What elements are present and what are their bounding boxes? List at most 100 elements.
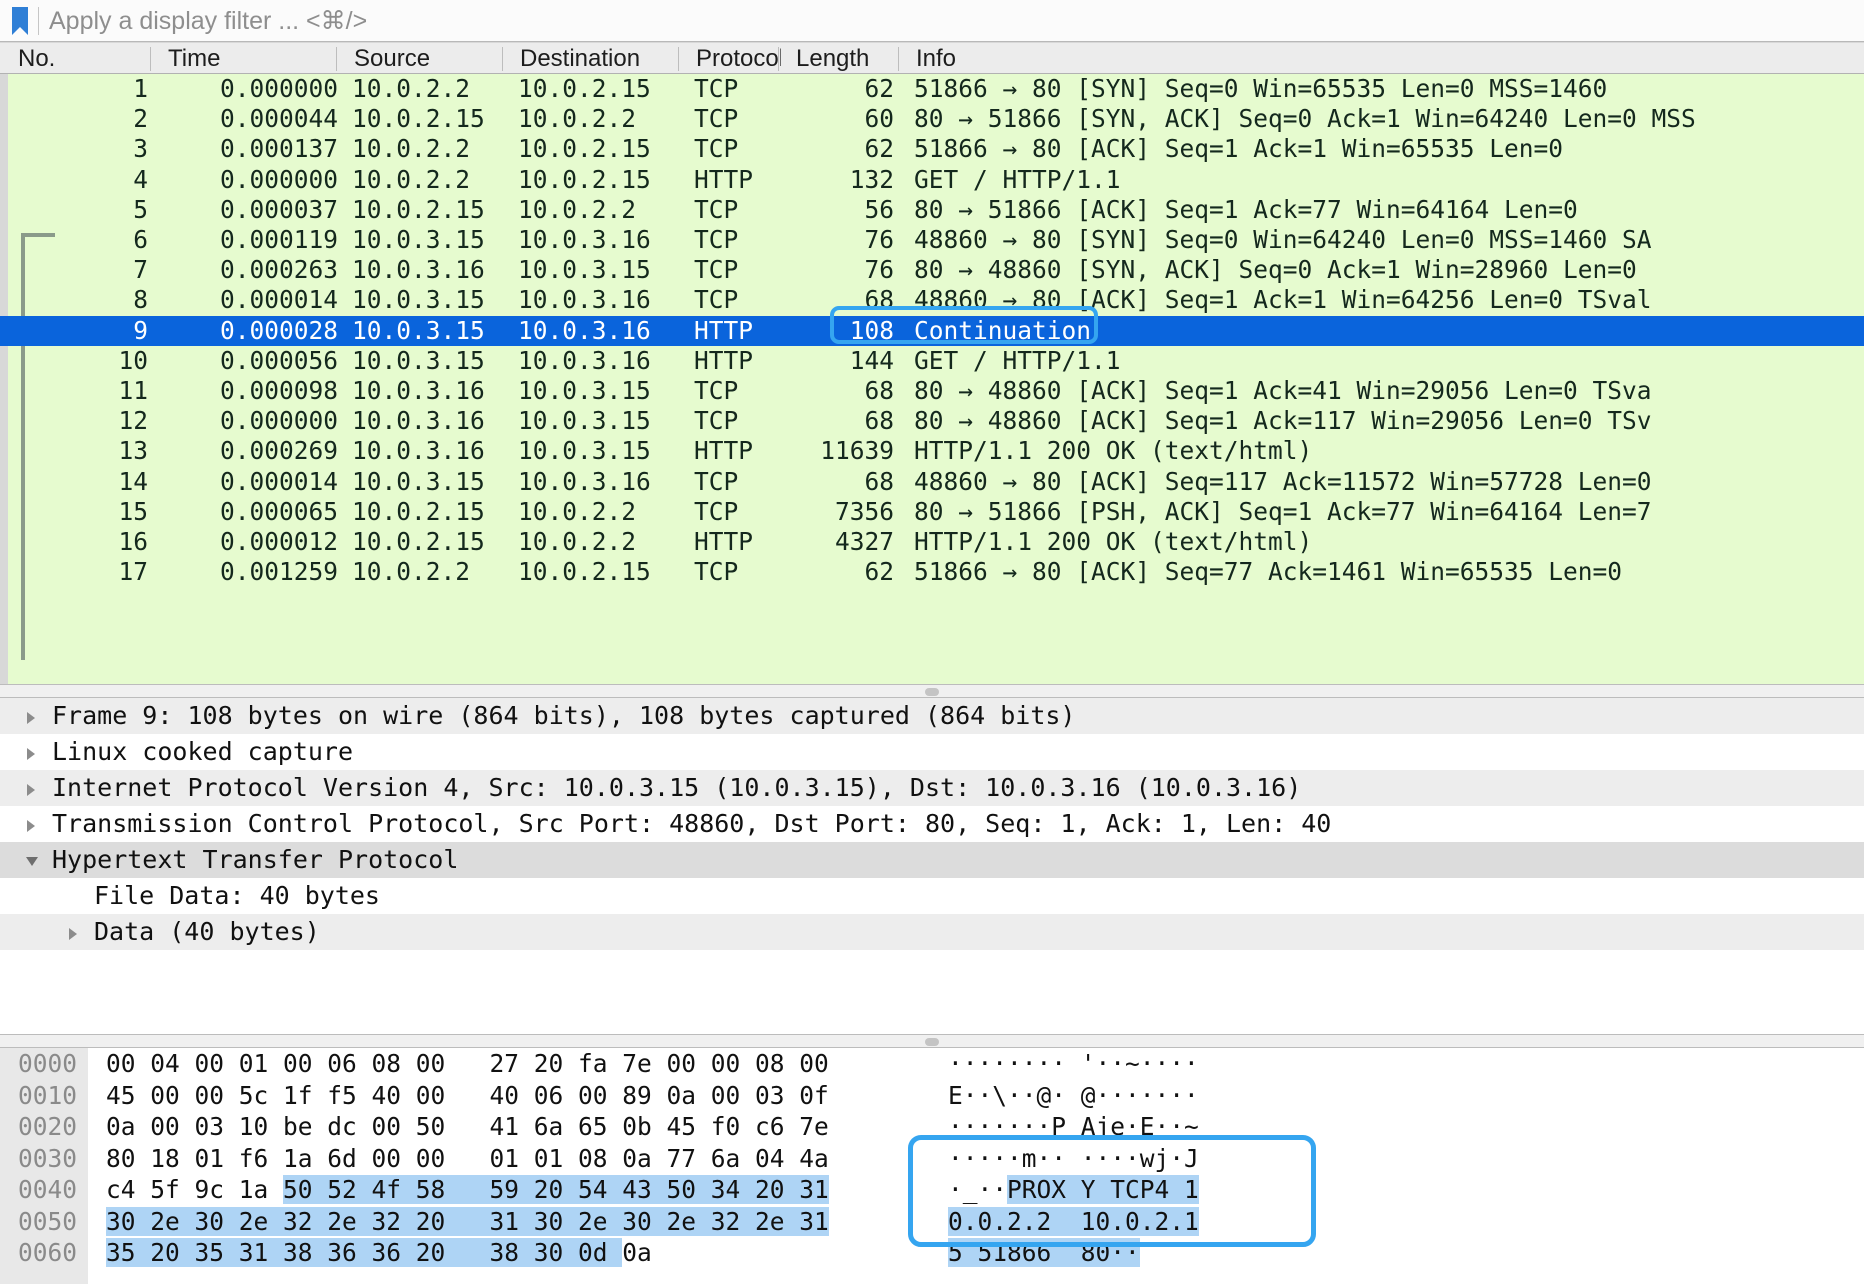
packet-cell-time: 0.000119 bbox=[219, 225, 338, 254]
column-header-time[interactable]: Time bbox=[158, 43, 338, 74]
packet-cell-info: HTTP/1.1 200 OK (text/html) bbox=[914, 436, 1313, 465]
packet-cell-num: 2 bbox=[133, 104, 148, 133]
detail-tree-row[interactable]: Frame 9: 108 bytes on wire (864 bits), 1… bbox=[0, 698, 1864, 734]
packet-row[interactable]: 4 0.000000 10.0.2.2 10.0.2.15 HTTP 132 GET / H… bbox=[8, 165, 1864, 195]
hex-ascii: ········ '··~···· bbox=[948, 1048, 1199, 1079]
hex-dump-row[interactable]: 0000 00 04 00 01 00 06 08 00 27 20 fa 7e … bbox=[0, 1048, 1864, 1079]
hex-bytes: 45 00 00 5c 1f f5 40 00 40 06 00 89 0a 0… bbox=[106, 1080, 829, 1111]
pane-splitter-lower[interactable] bbox=[0, 1034, 1864, 1048]
column-header-info[interactable]: Info bbox=[906, 43, 1856, 74]
packet-cell-dst: 10.0.2.15 bbox=[518, 165, 651, 194]
packet-row[interactable]: 7 0.000263 10.0.3.16 10.0.3.15 TCP 76 80 → 488… bbox=[8, 255, 1864, 285]
chevron-right-icon[interactable] bbox=[20, 770, 44, 806]
packet-row[interactable]: 1 0.000000 10.0.2.2 10.0.2.15 TCP 62 51866 → 8… bbox=[8, 74, 1864, 104]
packet-cell-len: 68 bbox=[864, 376, 894, 405]
column-header-len[interactable]: Length bbox=[786, 43, 896, 74]
hex-byte-group: 80 18 01 f6 1a 6d 00 00 01 01 08 0a 77 6… bbox=[106, 1143, 829, 1173]
packet-row[interactable]: 2 0.000044 10.0.2.15 10.0.2.2 TCP 60 80 → 5186… bbox=[8, 104, 1864, 134]
packet-cell-info: 48860 → 80 [SYN] Seq=0 Win=64240 Len=0 M… bbox=[914, 225, 1652, 254]
hex-offset: 0010 bbox=[18, 1080, 78, 1110]
packet-bytes-pane[interactable]: 0000 00 04 00 01 00 06 08 00 27 20 fa 7e … bbox=[0, 1048, 1864, 1284]
hex-byte-group: 0a 00 03 10 be dc 00 50 41 6a 65 0b 45 f… bbox=[106, 1112, 829, 1141]
pane-splitter-upper[interactable] bbox=[0, 684, 1864, 698]
packet-cell-dst: 10.0.3.16 bbox=[518, 316, 651, 345]
packet-cell-num: 15 bbox=[118, 497, 148, 526]
packet-row[interactable]: 11 0.000098 10.0.3.16 10.0.3.15 TCP 68 80 → 48… bbox=[8, 376, 1864, 406]
packet-cell-src: 10.0.3.15 bbox=[352, 467, 485, 496]
detail-tree-row[interactable]: Data (40 bytes) bbox=[0, 914, 1864, 950]
packet-row[interactable]: 3 0.000137 10.0.2.2 10.0.2.15 TCP 62 51866 → 8… bbox=[8, 134, 1864, 164]
detail-tree-row[interactable]: Transmission Control Protocol, Src Port:… bbox=[0, 806, 1864, 842]
packet-row[interactable]: 12 0.000000 10.0.3.16 10.0.3.15 TCP 68 80 → 48… bbox=[8, 406, 1864, 436]
column-separator[interactable] bbox=[898, 47, 899, 71]
packet-row[interactable]: 6 0.000119 10.0.3.15 10.0.3.16 TCP 76 48860 → … bbox=[8, 225, 1864, 255]
column-separator[interactable] bbox=[778, 47, 779, 71]
packet-row[interactable]: 14 0.000014 10.0.3.15 10.0.3.16 TCP 68 48860 →… bbox=[8, 467, 1864, 497]
hex-byte-group: 45 00 00 5c 1f f5 40 00 40 06 00 89 0a 0… bbox=[106, 1080, 829, 1110]
packet-cell-dst: 10.0.3.16 bbox=[518, 225, 651, 254]
packet-row[interactable]: 9 0.000028 10.0.3.15 10.0.3.16 HTTP 108 Contin… bbox=[0, 316, 1864, 346]
packet-cell-len: 62 bbox=[864, 557, 894, 586]
packet-cell-dst: 10.0.3.15 bbox=[518, 255, 651, 284]
hex-byte-group: 00 04 00 01 00 06 08 00 27 20 fa 7e 00 0… bbox=[106, 1049, 829, 1078]
hex-ascii: ·······P Aje·E··~ bbox=[948, 1111, 1199, 1142]
chevron-right-icon[interactable] bbox=[20, 734, 44, 770]
chevron-right-icon[interactable] bbox=[62, 914, 86, 950]
packet-row[interactable]: 10 0.000056 10.0.3.15 10.0.3.16 HTTP 144 GET /… bbox=[8, 346, 1864, 376]
column-header-src[interactable]: Source bbox=[344, 43, 509, 74]
packet-cell-info: 48860 → 80 [ACK] Seq=1 Ack=1 Win=64256 L… bbox=[914, 285, 1652, 314]
column-header-proto[interactable]: Protocol bbox=[686, 43, 781, 74]
hex-dump-row[interactable]: 0040 c4 5f 9c 1a 50 52 4f 58 59 20 54 43 … bbox=[0, 1174, 1864, 1205]
packet-cell-info: 80 → 51866 [PSH, ACK] Seq=1 Ack=77 Win=6… bbox=[914, 497, 1652, 526]
packet-cell-src: 10.0.2.2 bbox=[352, 557, 471, 586]
hex-dump-row[interactable]: 0030 80 18 01 f6 1a 6d 00 00 01 01 08 0a … bbox=[0, 1143, 1864, 1174]
packet-row[interactable]: 15 0.000065 10.0.2.15 10.0.2.2 TCP 7356 80 → 5… bbox=[8, 497, 1864, 527]
display-filter-input[interactable] bbox=[49, 0, 1864, 41]
column-header-num[interactable]: No. bbox=[8, 43, 148, 74]
column-separator[interactable] bbox=[502, 47, 503, 71]
packet-list[interactable]: 1 0.000000 10.0.2.2 10.0.2.15 TCP 62 51866 → 8… bbox=[0, 74, 1864, 684]
packet-detail-tree[interactable]: Frame 9: 108 bytes on wire (864 bits), 1… bbox=[0, 698, 1864, 1034]
packet-row[interactable]: 13 0.000269 10.0.3.16 10.0.3.15 HTTP 11639 HTT… bbox=[8, 436, 1864, 466]
packet-row[interactable]: 16 0.000012 10.0.2.15 10.0.2.2 HTTP 4327 HTTP/… bbox=[8, 527, 1864, 557]
detail-tree-label: Data (40 bytes) bbox=[94, 917, 320, 946]
packet-cell-dst: 10.0.3.16 bbox=[518, 285, 651, 314]
packet-cell-dst: 10.0.2.2 bbox=[518, 195, 637, 224]
column-header-dst[interactable]: Destination bbox=[510, 43, 685, 74]
column-separator[interactable] bbox=[336, 47, 337, 71]
packet-cell-proto: TCP bbox=[694, 557, 739, 586]
packet-cell-src: 10.0.3.16 bbox=[352, 436, 485, 465]
bookmark-icon[interactable] bbox=[10, 6, 30, 36]
detail-tree-row[interactable]: Hypertext Transfer Protocol bbox=[0, 842, 1864, 878]
chevron-right-icon[interactable] bbox=[20, 698, 44, 734]
hex-dump-row[interactable]: 0020 0a 00 03 10 be dc 00 50 41 6a 65 0b … bbox=[0, 1111, 1864, 1142]
packet-row[interactable]: 8 0.000014 10.0.3.15 10.0.3.16 TCP 68 48860 → … bbox=[8, 285, 1864, 315]
detail-tree-row[interactable]: Internet Protocol Version 4, Src: 10.0.3… bbox=[0, 770, 1864, 806]
chevron-down-icon[interactable] bbox=[20, 842, 44, 878]
hex-ascii: 5 51866 80·· bbox=[948, 1237, 1140, 1268]
packet-cell-info: HTTP/1.1 200 OK (text/html) bbox=[914, 527, 1313, 556]
packet-row[interactable]: 17 0.001259 10.0.2.2 10.0.2.15 TCP 62 51866 → … bbox=[8, 557, 1864, 587]
hex-dump-row[interactable]: 0050 30 2e 30 2e 32 2e 32 20 31 30 2e 30 … bbox=[0, 1206, 1864, 1237]
detail-tree-label: Hypertext Transfer Protocol bbox=[52, 845, 459, 874]
packet-cell-proto: HTTP bbox=[694, 165, 754, 194]
chevron-right-icon[interactable] bbox=[20, 806, 44, 842]
column-separator[interactable] bbox=[678, 47, 679, 71]
packet-cell-len: 60 bbox=[864, 104, 894, 133]
hex-ascii-group-highlighted: PROX Y TCP4 1 bbox=[1007, 1175, 1199, 1204]
packet-cell-num: 9 bbox=[133, 316, 148, 345]
detail-tree-row[interactable]: File Data: 40 bytes bbox=[0, 878, 1864, 914]
packet-cell-num: 3 bbox=[133, 134, 148, 163]
packet-cell-proto: TCP bbox=[694, 376, 739, 405]
column-separator[interactable] bbox=[150, 47, 151, 71]
hex-ascii-group: ·······P Aje·E··~ bbox=[948, 1112, 1199, 1141]
packet-cell-time: 0.000044 bbox=[219, 104, 338, 133]
detail-tree-row[interactable]: Linux cooked capture bbox=[0, 734, 1864, 770]
packet-cell-dst: 10.0.2.15 bbox=[518, 74, 651, 103]
hex-dump-row[interactable]: 0010 45 00 00 5c 1f f5 40 00 40 06 00 89 … bbox=[0, 1080, 1864, 1111]
packet-row[interactable]: 5 0.000037 10.0.2.15 10.0.2.2 TCP 56 80 → 5186… bbox=[8, 195, 1864, 225]
packet-cell-dst: 10.0.3.16 bbox=[518, 467, 651, 496]
packet-cell-proto: HTTP bbox=[694, 346, 754, 375]
hex-dump-row[interactable]: 0060 35 20 35 31 38 36 36 20 38 30 0d 0a 5… bbox=[0, 1237, 1864, 1268]
hex-byte-group-highlighted: 30 2e 30 2e 32 2e 32 20 31 30 2e 30 2e 3… bbox=[106, 1206, 829, 1236]
